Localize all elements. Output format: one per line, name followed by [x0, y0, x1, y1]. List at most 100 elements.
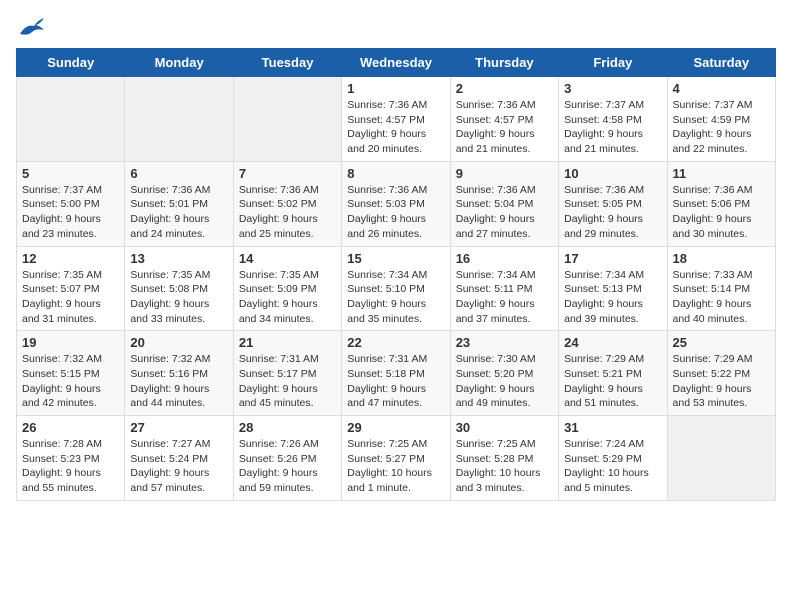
day-info: Sunrise: 7:29 AMSunset: 5:21 PMDaylight:…: [564, 352, 661, 411]
weekday-header-sunday: Sunday: [17, 49, 125, 77]
logo-bird-icon: [18, 16, 46, 38]
calendar-week-3: 12 Sunrise: 7:35 AMSunset: 5:07 PMDayligh…: [17, 246, 776, 331]
calendar-cell: 4 Sunrise: 7:37 AMSunset: 4:59 PMDaylight…: [667, 77, 775, 162]
day-number: 7: [239, 166, 336, 181]
calendar-cell: [125, 77, 233, 162]
day-number: 15: [347, 251, 444, 266]
day-number: 28: [239, 420, 336, 435]
calendar-cell: 29 Sunrise: 7:25 AMSunset: 5:27 PMDayligh…: [342, 416, 450, 501]
day-number: 10: [564, 166, 661, 181]
calendar-cell: [233, 77, 341, 162]
day-info: Sunrise: 7:36 AMSunset: 5:01 PMDaylight:…: [130, 183, 227, 242]
day-info: Sunrise: 7:36 AMSunset: 5:05 PMDaylight:…: [564, 183, 661, 242]
calendar-week-5: 26Sunrise: 7:28 AMSunset: 5:23 PMDayligh…: [17, 416, 776, 501]
day-number: 25: [673, 335, 770, 350]
day-info: Sunrise: 7:32 AMSunset: 5:16 PMDaylight:…: [130, 352, 227, 411]
day-number: 27: [130, 420, 227, 435]
day-number: 14: [239, 251, 336, 266]
day-info: Sunrise: 7:31 AMSunset: 5:18 PMDaylight:…: [347, 352, 444, 411]
calendar-cell: 30 Sunrise: 7:25 AMSunset: 5:28 PMDayligh…: [450, 416, 558, 501]
calendar-cell: 18 Sunrise: 7:33 AMSunset: 5:14 PMDayligh…: [667, 246, 775, 331]
day-info: Sunrise: 7:31 AMSunset: 5:17 PMDaylight:…: [239, 352, 336, 411]
day-number: 19: [22, 335, 119, 350]
day-info: Sunrise: 7:26 AMSunset: 5:26 PMDaylight:…: [239, 437, 336, 496]
calendar-week-4: 19Sunrise: 7:32 AMSunset: 5:15 PMDayligh…: [17, 331, 776, 416]
calendar-cell: 17Sunrise: 7:34 AMSunset: 5:13 PMDayligh…: [559, 246, 667, 331]
day-number: 21: [239, 335, 336, 350]
calendar-table: SundayMondayTuesdayWednesdayThursdayFrid…: [16, 48, 776, 501]
day-info: Sunrise: 7:36 AMSunset: 5:02 PMDaylight:…: [239, 183, 336, 242]
day-info: Sunrise: 7:27 AMSunset: 5:24 PMDaylight:…: [130, 437, 227, 496]
calendar-cell: 5Sunrise: 7:37 AMSunset: 5:00 PMDaylight…: [17, 161, 125, 246]
weekday-header-thursday: Thursday: [450, 49, 558, 77]
calendar-week-1: 1Sunrise: 7:36 AMSunset: 4:57 PMDaylight…: [17, 77, 776, 162]
day-number: 29: [347, 420, 444, 435]
day-number: 1: [347, 81, 444, 96]
calendar-cell: 10 Sunrise: 7:36 AMSunset: 5:05 PMDayligh…: [559, 161, 667, 246]
day-info: Sunrise: 7:24 AMSunset: 5:29 PMDaylight:…: [564, 437, 661, 496]
day-info: Sunrise: 7:33 AMSunset: 5:14 PMDaylight:…: [673, 268, 770, 327]
calendar-cell: [17, 77, 125, 162]
calendar-cell: 31 Sunrise: 7:24 AMSunset: 5:29 PMDayligh…: [559, 416, 667, 501]
calendar-cell: 8 Sunrise: 7:36 AMSunset: 5:03 PMDaylight…: [342, 161, 450, 246]
calendar-cell: 9Sunrise: 7:36 AMSunset: 5:04 PMDaylight…: [450, 161, 558, 246]
calendar-cell: 3 Sunrise: 7:37 AMSunset: 4:58 PMDaylight…: [559, 77, 667, 162]
day-number: 13: [130, 251, 227, 266]
weekday-header-wednesday: Wednesday: [342, 49, 450, 77]
calendar-week-2: 5Sunrise: 7:37 AMSunset: 5:00 PMDaylight…: [17, 161, 776, 246]
day-info: Sunrise: 7:30 AMSunset: 5:20 PMDaylight:…: [456, 352, 553, 411]
day-number: 22: [347, 335, 444, 350]
day-info: Sunrise: 7:36 AMSunset: 5:06 PMDaylight:…: [673, 183, 770, 242]
calendar-cell: 14 Sunrise: 7:35 AMSunset: 5:09 PMDayligh…: [233, 246, 341, 331]
day-number: 24: [564, 335, 661, 350]
calendar-cell: 27 Sunrise: 7:27 AMSunset: 5:24 PMDayligh…: [125, 416, 233, 501]
calendar-cell: 11 Sunrise: 7:36 AMSunset: 5:06 PMDayligh…: [667, 161, 775, 246]
day-number: 6: [130, 166, 227, 181]
day-number: 17: [564, 251, 661, 266]
day-info: Sunrise: 7:37 AMSunset: 4:58 PMDaylight:…: [564, 98, 661, 157]
weekday-header-friday: Friday: [559, 49, 667, 77]
day-info: Sunrise: 7:37 AMSunset: 4:59 PMDaylight:…: [673, 98, 770, 157]
day-info: Sunrise: 7:37 AMSunset: 5:00 PMDaylight:…: [22, 183, 119, 242]
calendar-cell: 22 Sunrise: 7:31 AMSunset: 5:18 PMDayligh…: [342, 331, 450, 416]
day-number: 9: [456, 166, 553, 181]
calendar-cell: 19Sunrise: 7:32 AMSunset: 5:15 PMDayligh…: [17, 331, 125, 416]
calendar-cell: 26Sunrise: 7:28 AMSunset: 5:23 PMDayligh…: [17, 416, 125, 501]
calendar-cell: [667, 416, 775, 501]
day-info: Sunrise: 7:29 AMSunset: 5:22 PMDaylight:…: [673, 352, 770, 411]
weekday-header-tuesday: Tuesday: [233, 49, 341, 77]
day-number: 12: [22, 251, 119, 266]
calendar-cell: 6 Sunrise: 7:36 AMSunset: 5:01 PMDaylight…: [125, 161, 233, 246]
weekday-header-saturday: Saturday: [667, 49, 775, 77]
calendar-cell: 15Sunrise: 7:34 AMSunset: 5:10 PMDayligh…: [342, 246, 450, 331]
day-number: 18: [673, 251, 770, 266]
calendar-cell: 7 Sunrise: 7:36 AMSunset: 5:02 PMDaylight…: [233, 161, 341, 246]
day-info: Sunrise: 7:35 AMSunset: 5:09 PMDaylight:…: [239, 268, 336, 327]
day-info: Sunrise: 7:28 AMSunset: 5:23 PMDaylight:…: [22, 437, 119, 496]
calendar-cell: 16 Sunrise: 7:34 AMSunset: 5:11 PMDayligh…: [450, 246, 558, 331]
page-header: [16, 16, 776, 38]
day-info: Sunrise: 7:25 AMSunset: 5:28 PMDaylight:…: [456, 437, 553, 496]
calendar-cell: 24 Sunrise: 7:29 AMSunset: 5:21 PMDayligh…: [559, 331, 667, 416]
day-number: 8: [347, 166, 444, 181]
day-number: 16: [456, 251, 553, 266]
calendar-cell: 1Sunrise: 7:36 AMSunset: 4:57 PMDaylight…: [342, 77, 450, 162]
day-number: 4: [673, 81, 770, 96]
calendar-cell: 2Sunrise: 7:36 AMSunset: 4:57 PMDaylight…: [450, 77, 558, 162]
calendar-cell: 20Sunrise: 7:32 AMSunset: 5:16 PMDayligh…: [125, 331, 233, 416]
calendar-cell: 12 Sunrise: 7:35 AMSunset: 5:07 PMDayligh…: [17, 246, 125, 331]
day-info: Sunrise: 7:25 AMSunset: 5:27 PMDaylight:…: [347, 437, 444, 496]
day-info: Sunrise: 7:35 AMSunset: 5:08 PMDaylight:…: [130, 268, 227, 327]
logo: [16, 16, 46, 38]
calendar-cell: 21 Sunrise: 7:31 AMSunset: 5:17 PMDayligh…: [233, 331, 341, 416]
day-info: Sunrise: 7:35 AMSunset: 5:07 PMDaylight:…: [22, 268, 119, 327]
calendar-cell: 23 Sunrise: 7:30 AMSunset: 5:20 PMDayligh…: [450, 331, 558, 416]
day-number: 2: [456, 81, 553, 96]
day-number: 31: [564, 420, 661, 435]
day-number: 30: [456, 420, 553, 435]
day-number: 23: [456, 335, 553, 350]
day-info: Sunrise: 7:34 AMSunset: 5:11 PMDaylight:…: [456, 268, 553, 327]
day-number: 11: [673, 166, 770, 181]
day-number: 3: [564, 81, 661, 96]
day-info: Sunrise: 7:36 AMSunset: 5:03 PMDaylight:…: [347, 183, 444, 242]
